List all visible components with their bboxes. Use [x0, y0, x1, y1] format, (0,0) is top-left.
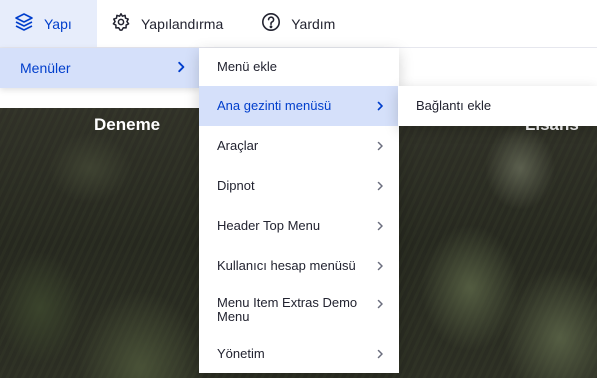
menu-item-label: Menü ekle	[217, 59, 277, 74]
menu-item-label: Dipnot	[217, 178, 255, 193]
menu-item-label: Menu Item Extras Demo Menu	[217, 295, 358, 324]
chevron-right-icon	[377, 221, 383, 231]
menu-item-add-menu[interactable]: Menü ekle	[199, 48, 399, 86]
layers-icon	[14, 12, 34, 35]
toolbar-item-label: Yardım	[291, 15, 336, 32]
tray-item-label: Menüler	[20, 60, 71, 76]
menu-item-label: Kullanıcı hesap menüsü	[217, 258, 356, 273]
chevron-right-icon	[377, 261, 383, 271]
toolbar-item-structure[interactable]: Yapı	[0, 0, 97, 47]
submenu-menus: Menü ekle Ana gezinti menüsü Araçlar Dip…	[199, 48, 399, 373]
chevron-right-icon	[175, 60, 187, 76]
menu-item-label: Yönetim	[217, 345, 265, 361]
gear-icon	[111, 12, 131, 35]
menu-item-label: Header Top Menu	[217, 218, 321, 233]
chevron-right-icon	[377, 141, 383, 151]
admin-toolbar: Yapı Yapılandırma Yardım	[0, 0, 597, 48]
menu-item-add-link[interactable]: Bağlantı ekle	[398, 86, 597, 126]
chevron-right-icon	[377, 349, 383, 358]
tray-item-menus[interactable]: Menüler	[0, 48, 199, 88]
menu-item-admin[interactable]: Yönetim	[199, 334, 399, 373]
menu-item-label: Bağlantı ekle	[416, 98, 492, 113]
menu-item-label: Ana gezinti menüsü	[217, 98, 332, 113]
toolbar-item-configuration[interactable]: Yapılandırma	[97, 0, 237, 47]
menu-item-tools[interactable]: Araçlar	[199, 126, 399, 166]
chevron-right-icon	[377, 181, 383, 191]
menu-item-label: Araçlar	[217, 138, 259, 153]
toolbar-item-label: Yapılandırma	[141, 15, 224, 32]
menu-item-footer[interactable]: Dipnot	[199, 166, 399, 206]
hero-title-left: Deneme	[94, 115, 161, 134]
menu-item-main-navigation[interactable]: Ana gezinti menüsü	[199, 86, 399, 126]
menu-item-header-top-menu[interactable]: Header Top Menu	[199, 206, 399, 246]
toolbar-item-help[interactable]: Yardım	[237, 0, 349, 47]
help-circle-icon	[261, 12, 281, 35]
submenu-main-navigation: Bağlantı ekle	[398, 86, 597, 126]
chevron-right-icon	[377, 299, 383, 309]
toolbar-item-label: Yapı	[44, 15, 72, 32]
chevron-right-icon	[377, 101, 383, 111]
menu-item-user-account-menu[interactable]: Kullanıcı hesap menüsü	[199, 246, 399, 286]
menu-item-extras-demo-menu[interactable]: Menu Item Extras Demo Menu	[199, 286, 399, 334]
